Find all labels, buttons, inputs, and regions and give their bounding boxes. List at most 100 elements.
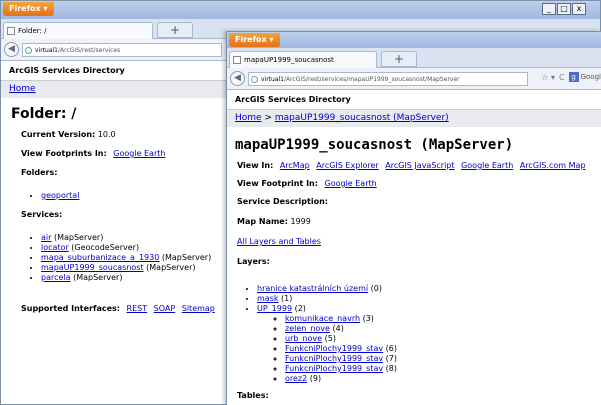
- list-item: urb_nove (5): [285, 334, 593, 343]
- layer-link[interactable]: mask: [257, 294, 279, 303]
- arcgis-explorer-link[interactable]: ArcGIS Explorer: [316, 161, 378, 170]
- rest-link[interactable]: REST: [127, 304, 148, 313]
- tab-folder[interactable]: Folder: /: [3, 22, 153, 39]
- globe-icon: [251, 76, 258, 83]
- map-name: Map Name: 1999: [237, 217, 593, 226]
- firefox-label: Firefox: [9, 4, 41, 13]
- view-footprint-label: View Footprint In:: [237, 179, 318, 188]
- sublayer-id: (9): [309, 374, 322, 383]
- arcgis-com-map-link[interactable]: ArcGIS.com Map: [520, 161, 586, 170]
- all-layers-link[interactable]: All Layers and Tables: [237, 237, 321, 246]
- home-link[interactable]: Home: [235, 113, 262, 123]
- all-layers: All Layers and Tables: [237, 237, 593, 246]
- back-arrow-icon[interactable]: ◀: [4, 42, 19, 57]
- sitemap-link[interactable]: Sitemap: [182, 304, 215, 313]
- current-version-label: Current Version:: [21, 130, 96, 139]
- layers-label-text: Layers:: [237, 257, 270, 266]
- tables-label-text: Tables:: [237, 391, 269, 400]
- firefox-label: Firefox: [235, 35, 267, 44]
- sublayer-link[interactable]: urb_nove: [285, 334, 322, 343]
- sublayer-link[interactable]: FunkcniPlochy1999_stav: [285, 344, 383, 353]
- google-earth-link[interactable]: Google Earth: [461, 161, 513, 170]
- home-link[interactable]: Home: [9, 84, 36, 94]
- list-item: FunkcniPlochy1999_stav (6): [285, 344, 593, 353]
- service-link[interactable]: parcela: [41, 273, 71, 282]
- service-link[interactable]: mapa_suburbanizace_a_1930: [41, 253, 159, 262]
- footprint-google-earth-link[interactable]: Google Earth: [325, 179, 377, 188]
- page-icon: [233, 56, 241, 64]
- current-version-value: 10.0: [97, 130, 116, 139]
- service-link[interactable]: air: [41, 233, 51, 242]
- arcgis-javascript-link[interactable]: ArcGIS JavaScript: [385, 161, 454, 170]
- tables-label: Tables:: [237, 391, 593, 400]
- window-controls: _ □ x: [541, 3, 586, 15]
- firefox-menu-button[interactable]: Firefox ▾: [229, 33, 280, 47]
- list-item: komunikace_navrh (3): [285, 314, 593, 323]
- page-content: mapaUP1999_soucasnost (MapServer) View I…: [227, 137, 601, 400]
- new-tab-button[interactable]: +: [157, 22, 193, 38]
- directory-title: ArcGIS Services Directory: [227, 90, 601, 110]
- url-actions: ☆ ▾ C g Googl: [541, 72, 601, 82]
- minimize-button[interactable]: _: [542, 3, 556, 15]
- view-in-label: View In:: [237, 161, 274, 170]
- supported-label: Supported Interfaces:: [21, 304, 120, 313]
- sublayer-id: (4): [332, 324, 344, 333]
- view-in: View In: ArcMap ArcGIS Explorer ArcGIS J…: [237, 161, 593, 170]
- layer-id: (1): [281, 294, 293, 303]
- current-service-link[interactable]: mapaUP1999_soucasnost (MapServer): [275, 113, 449, 123]
- sublayer-link[interactable]: orez2: [285, 374, 307, 383]
- folder-link-geoportal[interactable]: geoportal: [41, 191, 79, 200]
- back-arrow-icon[interactable]: ◀: [230, 71, 245, 86]
- navigation-bar: ◀ virtual1/ArcGIS/rest/services/mapaUP19…: [227, 68, 601, 90]
- service-type: (MapServer): [73, 273, 123, 282]
- search-engine-label[interactable]: Googl: [581, 73, 601, 81]
- service-type: (MapServer): [161, 253, 212, 262]
- firefox-menu-button[interactable]: Firefox ▾: [3, 2, 54, 16]
- service-link[interactable]: locator: [41, 243, 69, 252]
- list-item: mask (1): [257, 294, 593, 303]
- title-bar: Firefox ▾: [227, 32, 601, 48]
- service-type: (GeocodeServer): [71, 243, 140, 252]
- front-browser-window[interactable]: Firefox ▾ mapaUP1999_soucasnost (MapServ…: [226, 31, 601, 405]
- soap-link[interactable]: SOAP: [154, 304, 176, 313]
- view-footprints-label: View Footprints In:: [21, 149, 107, 158]
- service-link[interactable]: mapaUP1999_soucasnost: [41, 263, 144, 272]
- breadcrumb: Home > mapaUP1999_soucasnost (MapServer): [227, 110, 601, 127]
- sublayer-link[interactable]: zelen_nove: [285, 324, 330, 333]
- google-search-icon[interactable]: g: [568, 72, 579, 82]
- map-name-label: Map Name:: [237, 217, 288, 226]
- service-type: (MapServer): [146, 263, 196, 272]
- maximize-button[interactable]: □: [557, 3, 571, 15]
- globe-icon: [25, 47, 32, 54]
- layer-id: (0): [370, 284, 382, 293]
- url-host: virtual1: [261, 76, 285, 83]
- layer-id: (2): [294, 304, 306, 313]
- layer-link[interactable]: UP_1999: [257, 304, 292, 313]
- breadcrumb-separator: >: [264, 113, 272, 123]
- sublayer-id: (5): [324, 334, 336, 343]
- sublayer-link[interactable]: komunikace_navrh: [285, 314, 360, 323]
- layer-link[interactable]: hranice katastrálních území: [257, 284, 368, 293]
- folders-label-text: Folders:: [21, 168, 58, 177]
- url-path: /ArcGIS/rest/services/mapaUP1999_soucasn…: [284, 76, 460, 83]
- new-tab-button[interactable]: +: [381, 51, 417, 67]
- services-label-text: Services:: [21, 210, 63, 219]
- arcmap-link[interactable]: ArcMap: [280, 161, 310, 170]
- list-item: FunkcniPlochy1999_stav (8): [285, 364, 593, 373]
- page-icon: [7, 27, 15, 35]
- service-description: Service Description:: [237, 197, 593, 206]
- service-type: (MapServer): [53, 233, 104, 242]
- url-field[interactable]: virtual1/ArcGIS/rest/services: [22, 43, 222, 57]
- list-item: UP_1999 (2) komunikace_navrh (3) zelen_n…: [257, 304, 593, 383]
- google-earth-link[interactable]: Google Earth: [113, 149, 165, 158]
- service-description-label: Service Description:: [237, 197, 328, 206]
- bookmark-star-icon[interactable]: ☆ ▾: [541, 73, 555, 82]
- sublayer-link[interactable]: FunkcniPlochy1999_stav: [285, 354, 383, 363]
- tab-mapserver[interactable]: mapaUP1999_soucasnost (MapServer): [229, 51, 377, 80]
- reload-icon[interactable]: C: [559, 73, 565, 82]
- sublayer-id: (7): [385, 354, 397, 363]
- url-field[interactable]: virtual1/ArcGIS/rest/services/mapaUP1999…: [248, 72, 528, 86]
- sublayer-link[interactable]: FunkcniPlochy1999_stav: [285, 364, 383, 373]
- view-footprint: View Footprint In: Google Earth: [237, 179, 593, 188]
- close-button[interactable]: x: [572, 3, 586, 15]
